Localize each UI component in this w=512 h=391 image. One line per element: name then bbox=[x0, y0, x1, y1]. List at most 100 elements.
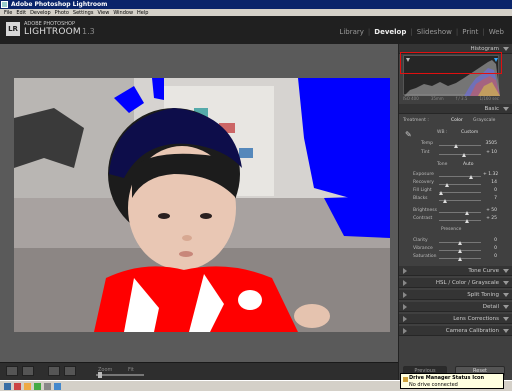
menu-file[interactable]: File bbox=[4, 10, 12, 16]
camera-calibration-title: Camera Calibration bbox=[445, 328, 499, 334]
saturation-value[interactable]: 0 bbox=[483, 254, 497, 259]
tray-icon[interactable] bbox=[34, 383, 41, 390]
vibrance-value[interactable]: 0 bbox=[483, 246, 497, 251]
camera-calibration-panel-header[interactable]: Camera Calibration bbox=[399, 326, 512, 336]
treatment-grayscale[interactable]: Grayscale bbox=[473, 118, 495, 123]
clarity-value[interactable]: 0 bbox=[483, 238, 497, 243]
zoom-slider-thumb[interactable] bbox=[98, 372, 102, 378]
photo-preview[interactable] bbox=[14, 78, 390, 332]
collapse-icon bbox=[503, 317, 509, 321]
split-toning-panel-header[interactable]: Split Toning bbox=[399, 290, 512, 300]
vibrance-thumb[interactable] bbox=[458, 249, 462, 253]
clarity-label: Clarity bbox=[413, 238, 428, 243]
loupe-view-button[interactable] bbox=[6, 366, 18, 376]
fill-light-value[interactable]: 0 bbox=[483, 188, 497, 193]
collapse-icon bbox=[503, 281, 509, 285]
image-toolbar: Zoom Fit bbox=[0, 362, 398, 380]
treatment-color[interactable]: Color bbox=[451, 118, 463, 123]
exif-aperture: f / 3.5 bbox=[455, 96, 468, 101]
tooltip-subtitle: No drive connected bbox=[409, 382, 458, 388]
fill-light-thumb[interactable] bbox=[439, 191, 443, 195]
blacks-thumb[interactable] bbox=[443, 199, 447, 203]
lens-corrections-panel-header[interactable]: Lens Corrections bbox=[399, 314, 512, 324]
brightness-label: Brightness bbox=[413, 208, 437, 213]
exposure-value[interactable]: + 1.32 bbox=[483, 172, 498, 177]
tone-auto-button[interactable]: Auto bbox=[463, 162, 473, 167]
lens-corrections-title: Lens Corrections bbox=[453, 316, 499, 322]
menu-settings[interactable]: Settings bbox=[73, 10, 94, 16]
contrast-label: Contrast bbox=[413, 216, 433, 221]
window-title: Adobe Photoshop Lightroom bbox=[11, 1, 108, 8]
identity-plate: LR ADOBE PHOTOSHOP LIGHTROOM 1.3 Library… bbox=[0, 16, 512, 44]
module-develop[interactable]: Develop bbox=[374, 28, 406, 36]
fill-light-label: Fill Light bbox=[413, 188, 432, 193]
recovery-thumb[interactable] bbox=[445, 183, 449, 187]
module-library[interactable]: Library bbox=[339, 28, 363, 36]
start-icon[interactable] bbox=[4, 383, 11, 390]
menu-view[interactable]: View bbox=[97, 10, 109, 16]
tint-slider[interactable] bbox=[439, 154, 481, 155]
basic-panel-header[interactable]: Basic bbox=[399, 104, 512, 114]
window-title-bar[interactable]: Adobe Photoshop Lightroom bbox=[0, 0, 512, 9]
clarity-thumb[interactable] bbox=[458, 241, 462, 245]
detail-panel-header[interactable]: Detail bbox=[399, 302, 512, 312]
wb-label: WB : bbox=[437, 130, 448, 135]
exposure-slider[interactable] bbox=[439, 176, 481, 177]
image-workspace bbox=[0, 44, 398, 362]
hsl-title: HSL / Color / Grayscale bbox=[435, 280, 499, 286]
spot-removal-button[interactable] bbox=[64, 366, 76, 376]
temp-slider[interactable] bbox=[439, 145, 481, 146]
recovery-value[interactable]: 14 bbox=[483, 180, 497, 185]
highlight-annotation-box bbox=[400, 52, 502, 74]
brightness-value[interactable]: + 50 bbox=[483, 208, 497, 213]
exif-iso: ISO 400 bbox=[403, 96, 419, 101]
exposure-thumb[interactable] bbox=[469, 175, 473, 179]
contrast-value[interactable]: + 25 bbox=[483, 216, 497, 221]
wb-value[interactable]: Custom bbox=[461, 130, 478, 135]
module-picker: Library | Develop | Slideshow | Print | … bbox=[339, 28, 504, 36]
expand-icon bbox=[403, 316, 407, 322]
contrast-slider[interactable] bbox=[439, 220, 481, 221]
white-balance-picker-icon[interactable]: ✎ bbox=[405, 130, 412, 139]
module-slideshow[interactable]: Slideshow bbox=[417, 28, 452, 36]
tray-icon[interactable] bbox=[14, 383, 21, 390]
tray-icon[interactable] bbox=[44, 383, 51, 390]
menu-edit[interactable]: Edit bbox=[16, 10, 26, 16]
module-web[interactable]: Web bbox=[489, 28, 504, 36]
tooltip-title: Drive Manager Status Icon bbox=[409, 375, 485, 381]
before-after-button[interactable] bbox=[22, 366, 34, 376]
expand-icon bbox=[403, 328, 407, 334]
module-print[interactable]: Print bbox=[462, 28, 478, 36]
tint-value[interactable]: + 10 bbox=[483, 150, 497, 155]
lightroom-window: Adobe Photoshop Lightroom File Edit Deve… bbox=[0, 0, 512, 391]
collapse-icon bbox=[503, 329, 509, 333]
blacks-value[interactable]: 7 bbox=[483, 196, 497, 201]
menu-bar: File Edit Develop Photo Settings View Wi… bbox=[0, 9, 512, 16]
tint-thumb[interactable] bbox=[462, 153, 466, 157]
tray-icon[interactable] bbox=[24, 383, 31, 390]
menu-window[interactable]: Window bbox=[113, 10, 133, 16]
temp-thumb[interactable] bbox=[454, 144, 458, 148]
collapse-icon bbox=[503, 269, 509, 273]
menu-photo[interactable]: Photo bbox=[55, 10, 69, 16]
fill-light-slider[interactable] bbox=[439, 192, 481, 193]
module-separator: | bbox=[367, 28, 371, 36]
module-separator: | bbox=[482, 28, 485, 36]
tone-label: Tone bbox=[437, 162, 448, 167]
expand-icon bbox=[403, 268, 407, 274]
zoom-slider[interactable] bbox=[96, 374, 144, 376]
menu-help[interactable]: Help bbox=[137, 10, 148, 16]
saturation-thumb[interactable] bbox=[458, 257, 462, 261]
contrast-thumb[interactable] bbox=[465, 219, 469, 223]
brand-line2: LIGHTROOM bbox=[24, 27, 81, 37]
brightness-thumb[interactable] bbox=[465, 211, 469, 215]
temp-value[interactable]: 3505 bbox=[483, 141, 497, 146]
tone-curve-panel-header[interactable]: Tone Curve bbox=[399, 266, 512, 276]
hsl-panel-header[interactable]: HSL / Color / Grayscale bbox=[399, 278, 512, 288]
brightness-slider[interactable] bbox=[439, 212, 481, 213]
tray-icon[interactable] bbox=[54, 383, 61, 390]
menu-develop[interactable]: Develop bbox=[30, 10, 51, 16]
tone-curve-title: Tone Curve bbox=[468, 268, 499, 274]
treatment-label: Treatment : bbox=[403, 118, 429, 123]
crop-tool-button[interactable] bbox=[48, 366, 60, 376]
